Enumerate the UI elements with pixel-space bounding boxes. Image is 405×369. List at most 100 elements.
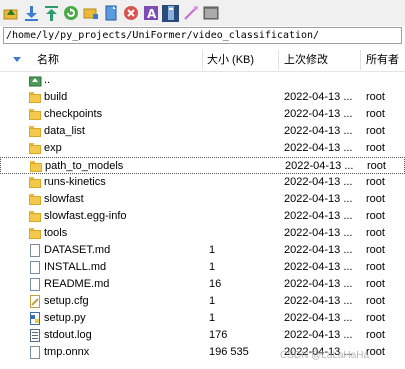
file-modified: 2022-04-13 ...	[284, 142, 353, 154]
folder-icon	[29, 108, 41, 121]
file-owner: root	[367, 160, 386, 172]
folder-row[interactable]: tools 2022-04-13 ... root	[0, 225, 405, 242]
folder-row[interactable]: path_to_models 2022-04-13 ... root	[0, 157, 405, 174]
folder-row[interactable]: checkpoints 2022-04-13 ... root	[0, 106, 405, 123]
file-name: INSTALL.md	[44, 261, 107, 273]
file-owner: root	[366, 125, 385, 137]
file-name: setup.py	[44, 312, 86, 324]
go-parent-icon[interactable]	[2, 5, 19, 22]
file-name: setup.cfg	[44, 295, 89, 307]
column-size-header[interactable]: 大小 (KB)	[207, 48, 254, 72]
file-name: build	[44, 91, 68, 103]
file-size: 16	[209, 278, 222, 290]
folder-row[interactable]: ..	[0, 72, 405, 89]
file-size: 1	[209, 295, 216, 307]
file-name: tools	[44, 227, 68, 239]
rename-icon[interactable]: A	[142, 5, 159, 22]
file-row[interactable]: setup.py 1 2022-04-13 ... root	[0, 310, 405, 327]
column-header: 名称 大小 (KB) 上次修改 所有者	[0, 48, 405, 72]
folder-row[interactable]: exp 2022-04-13 ... root	[0, 140, 405, 157]
file-name: README.md	[44, 278, 110, 290]
file-owner: root	[366, 261, 385, 273]
upload-icon[interactable]	[42, 5, 59, 22]
file-name: runs-kinetics	[44, 176, 106, 188]
file-owner: root	[366, 193, 385, 205]
properties-icon[interactable]	[162, 4, 179, 22]
file-row[interactable]: tmp.onnx 196 535 2022-04-13 ... root	[0, 344, 405, 361]
file-row[interactable]: README.md 16 2022-04-13 ... root	[0, 276, 405, 293]
cfg-file-icon	[29, 295, 41, 308]
column-name-header[interactable]: 名称	[37, 48, 59, 72]
column-divider[interactable]	[278, 50, 279, 70]
file-owner: root	[366, 108, 385, 120]
file-modified: 2022-04-13 ...	[284, 176, 353, 188]
file-owner: root	[366, 295, 385, 307]
file-name: data_list	[44, 125, 85, 137]
file-owner: root	[366, 346, 385, 358]
edit-icon[interactable]	[182, 5, 199, 22]
file-modified: 2022-04-13 ...	[284, 193, 353, 205]
file-row[interactable]: setup.cfg 1 2022-04-13 ... root	[0, 293, 405, 310]
svg-text:A: A	[147, 7, 157, 21]
sort-descending-icon	[13, 57, 21, 62]
file-row[interactable]: DATASET.md 1 2022-04-13 ... root	[0, 242, 405, 259]
py-file-icon	[29, 312, 41, 325]
folder-row[interactable]: runs-kinetics 2022-04-13 ... root	[0, 174, 405, 191]
file-row[interactable]: stdout.log 176 2022-04-13 ... root	[0, 327, 405, 344]
new-file-icon[interactable]	[102, 5, 119, 22]
file-row[interactable]: INSTALL.md 1 2022-04-13 ... root	[0, 259, 405, 276]
file-modified: 2022-04-13 ...	[284, 295, 353, 307]
file-owner: root	[366, 244, 385, 256]
file-modified: 2022-04-13 ...	[284, 91, 353, 103]
file-modified: 2022-04-13 ...	[284, 278, 353, 290]
file-owner: root	[366, 312, 385, 324]
toolbar: A	[0, 0, 405, 26]
md-file-icon	[29, 278, 41, 291]
file-modified: 2022-04-13 ...	[284, 210, 353, 222]
folder-row[interactable]: build 2022-04-13 ... root	[0, 89, 405, 106]
file-modified: 2022-04-13 ...	[284, 244, 353, 256]
column-divider[interactable]	[202, 50, 203, 70]
folder-row[interactable]: data_list 2022-04-13 ... root	[0, 123, 405, 140]
file-size: 1	[209, 244, 216, 256]
file-modified: 2022-04-13 ...	[284, 108, 353, 120]
column-modified-header[interactable]: 上次修改	[284, 48, 328, 72]
folder-icon	[29, 227, 41, 240]
folder-icon	[29, 210, 41, 223]
file-name: DATASET.md	[44, 244, 111, 256]
file-modified: 2022-04-13 ...	[284, 346, 353, 358]
file-size: 1	[209, 312, 216, 324]
delete-icon[interactable]	[122, 5, 139, 22]
file-modified: 2022-04-13 ...	[285, 160, 354, 172]
file-owner: root	[366, 227, 385, 239]
file-size: 176	[209, 329, 228, 341]
onnx-file-icon	[29, 346, 41, 359]
folder-icon	[29, 176, 41, 189]
file-modified: 2022-04-13 ...	[284, 329, 353, 341]
folder-row[interactable]: slowfast.egg-info 2022-04-13 ... root	[0, 208, 405, 225]
file-modified: 2022-04-13 ...	[284, 125, 353, 137]
file-name: ..	[44, 74, 51, 86]
file-name: tmp.onnx	[44, 346, 90, 358]
file-name: stdout.log	[44, 329, 92, 341]
file-name: exp	[44, 142, 62, 154]
file-size: 1	[209, 261, 216, 273]
file-name: path_to_models	[45, 160, 124, 172]
file-modified: 2022-04-13 ...	[284, 312, 353, 324]
path-input[interactable]: /home/ly/py_projects/UniFormer/video_cla…	[3, 27, 402, 44]
file-name: slowfast	[44, 193, 84, 205]
file-modified: 2022-04-13 ...	[284, 261, 353, 273]
column-divider[interactable]	[360, 50, 361, 70]
download-icon[interactable]	[22, 5, 39, 22]
refresh-icon[interactable]	[62, 5, 79, 22]
terminal-icon[interactable]	[202, 5, 219, 22]
new-folder-icon[interactable]	[82, 5, 99, 22]
file-name: slowfast.egg-info	[44, 210, 127, 222]
md-file-icon	[29, 261, 41, 274]
folder-row[interactable]: slowfast 2022-04-13 ... root	[0, 191, 405, 208]
column-owner-header[interactable]: 所有者	[366, 48, 399, 72]
file-name: checkpoints	[44, 108, 103, 120]
folder-icon	[29, 125, 41, 138]
file-owner: root	[366, 142, 385, 154]
file-owner: root	[366, 91, 385, 103]
